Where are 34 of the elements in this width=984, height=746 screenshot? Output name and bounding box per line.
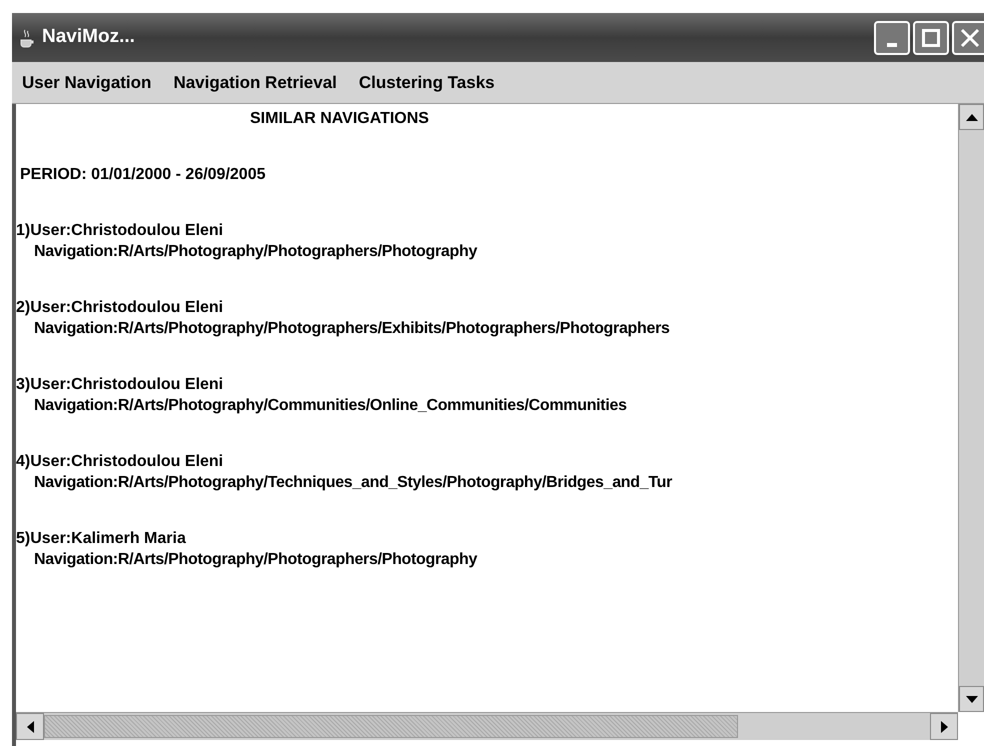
user-text: 1)User:Christodoulou Eleni (16, 221, 224, 241)
scroll-thumb[interactable] (44, 715, 738, 738)
menu-item[interactable]: User Navigation (22, 70, 152, 96)
scroll-left-button[interactable] (16, 713, 44, 740)
navigation-path: Navigation:R/Arts/Photography/Photographers/Photography (33, 550, 478, 570)
left-arrow-icon (26, 720, 34, 732)
user-text: 4)User:Christodoulou Eleni (16, 452, 224, 472)
close-button[interactable] (952, 20, 984, 54)
menu-item[interactable]: Navigation Retrieval (173, 70, 337, 96)
navigation-path: Navigation:R/Arts/Photography/Photographers/Photography (33, 242, 478, 262)
maximize-button[interactable] (913, 20, 949, 54)
right-arrow-icon (940, 720, 948, 732)
results-heading: SIMILAR NAVIGATIONS (249, 109, 429, 129)
navigation-path: Navigation:R/Arts/Photography/Photographers/Exhibits/Photographers/Photographers (33, 319, 670, 339)
user-text: 5)User:Kalimerh Maria (16, 529, 186, 549)
maximize-icon (922, 28, 940, 46)
up-arrow-icon (966, 114, 978, 120)
period-text: PERIOD: 01/01/2000 - 26/09/2005 (19, 165, 266, 185)
vertical-scrollbar[interactable] (958, 104, 984, 712)
close-icon (960, 28, 980, 48)
window-title: NaviMoz... (42, 25, 135, 50)
scroll-up-button[interactable] (959, 104, 984, 130)
navigation-path: Navigation:R/Arts/Photography/Communities/Online_Communities/Communities (33, 396, 627, 416)
menu-item[interactable]: Clustering Tasks (358, 70, 495, 96)
scroll-right-button[interactable] (930, 713, 958, 740)
user-text: 3)User:Christodoulou Eleni (16, 375, 224, 395)
minimize-icon (887, 42, 897, 46)
cup-icon (18, 28, 36, 48)
user-text: 2)User:Christodoulou Eleni (16, 298, 224, 318)
navigation-path: Navigation:R/Arts/Photography/Techniques_and_Styles/Photography/Bridges_and_Tur (33, 473, 672, 493)
down-arrow-icon (966, 696, 978, 702)
minimize-button[interactable] (874, 20, 910, 54)
scroll-down-button[interactable] (959, 686, 984, 712)
horizontal-scrollbar[interactable] (16, 712, 958, 740)
